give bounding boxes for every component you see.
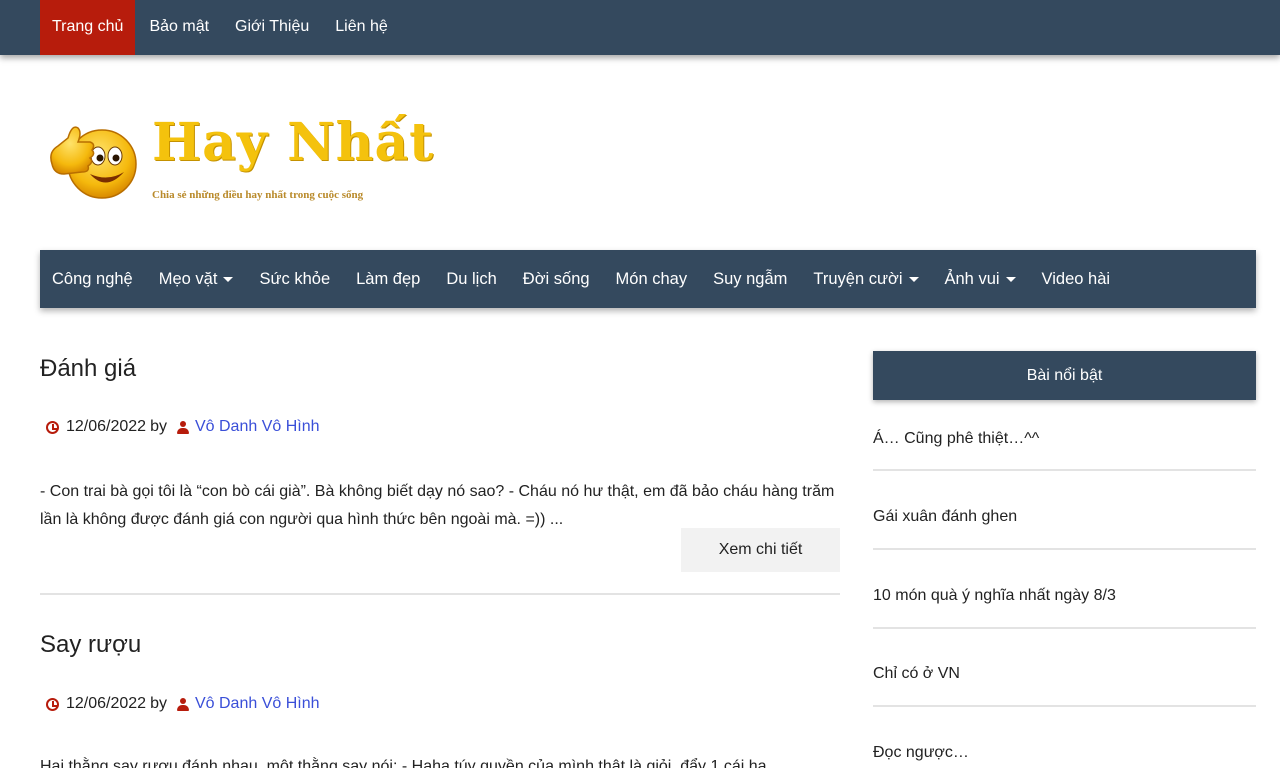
site-logo[interactable]: Hay Nhất Chia sẻ những điều hay nhất tro… [46,108,446,218]
menu-item-label: Công nghệ [52,269,133,288]
sidebar-divider [873,705,1256,707]
sidebar-item[interactable]: Chỉ có ở VN [873,665,1256,683]
read-more-button[interactable]: Xem chi tiết [681,528,840,572]
menu-item-travel[interactable]: Du lịch [434,250,508,308]
top-nav-security[interactable]: Bảo mật [137,0,221,55]
sidebar-item[interactable]: Đọc ngược… [873,744,1256,762]
post-title[interactable]: Say rượu [40,631,141,659]
top-nav-about[interactable]: Giới Thiệu [223,0,321,55]
menu-item-technology[interactable]: Công nghệ [40,250,145,308]
main-menu: Công nghệ Mẹo vặt Sức khỏe Làm đẹp Du lị… [40,250,1256,308]
menu-item-reflection[interactable]: Suy ngẫm [701,250,799,308]
post-author-link[interactable]: Vô Danh Vô Hình [195,418,320,436]
caret-down-icon [1005,277,1016,282]
menu-item-label: Đời sống [522,269,590,288]
menu-item-label: Món chay [615,269,688,288]
menu-item-label: Suy ngẫm [713,269,788,288]
post-author-link[interactable]: Vô Danh Vô Hình [195,695,320,713]
top-nav-contact[interactable]: Liên hệ [323,0,400,55]
user-icon [176,420,189,434]
menu-item-label: Mẹo vặt [158,269,218,288]
menu-item-label: Sức khỏe [259,269,331,288]
smiley-thumbs-up-icon [50,126,137,199]
logo-title: Hay Nhất [152,112,435,173]
caret-down-icon [223,277,234,282]
post-excerpt: - Con trai bà gọi tôi là “con bò cái già… [40,483,835,528]
post-date: 12/06/2022 [66,418,147,435]
clock-icon [46,697,59,711]
menu-item-label: Làm đẹp [356,269,421,288]
top-navbar: Trang chủ Bảo mật Giới Thiệu Liên hệ [0,0,1280,55]
menu-item-funny-photos[interactable]: Ảnh vui [933,250,1028,308]
sidebar-divider [873,548,1256,550]
sidebar-item[interactable]: Gái xuân đánh ghen [873,508,1256,526]
menu-item-jokes[interactable]: Truyện cười [801,250,930,308]
post-date: 12/06/2022 [66,695,147,712]
menu-item-beauty[interactable]: Làm đẹp [344,250,432,308]
menu-item-label: Video hài [1041,269,1111,288]
post-by: by [150,418,167,435]
post-by: by [150,695,167,712]
post-title[interactable]: Đánh giá [40,355,136,383]
user-icon [176,697,189,711]
clock-icon [46,420,59,434]
menu-item-funny-videos[interactable]: Video hài [1030,250,1123,308]
sidebar-divider [873,469,1256,471]
menu-item-health[interactable]: Sức khỏe [247,250,342,308]
sidebar-heading: Bài nổi bật [873,351,1256,400]
sidebar-divider [873,627,1256,629]
menu-item-vegetarian[interactable]: Món chay [604,250,700,308]
post-excerpt: Hai thằng say rượu đánh nhau, một thằng … [40,758,767,768]
top-nav: Trang chủ Bảo mật Giới Thiệu Liên hệ [40,0,402,55]
post-meta: 12/06/2022 by Vô Danh Vô Hình [46,695,320,713]
caret-down-icon [908,277,919,282]
post-article: Say rượu 12/06/2022 by Vô Danh Vô Hình H… [40,631,840,768]
top-nav-home[interactable]: Trang chủ [40,0,136,55]
sidebar-item[interactable]: Á… Cũng phê thiệt…^^ [873,430,1256,448]
menu-item-life[interactable]: Đời sống [511,250,602,308]
menu-item-tips[interactable]: Mẹo vặt [147,250,246,308]
sidebar-item[interactable]: 10 món quà ý nghĩa nhất ngày 8/3 [873,587,1256,605]
post-article: Đánh giá 12/06/2022 by Vô Danh Vô Hình -… [40,355,840,575]
post-meta: 12/06/2022 by Vô Danh Vô Hình [46,418,320,436]
menu-item-label: Ảnh vui [944,269,1000,288]
menu-item-label: Du lịch [446,269,497,288]
logo-tagline: Chia sẻ những điều hay nhất trong cuộc s… [152,189,364,201]
menu-item-label: Truyện cười [813,269,903,288]
post-divider [40,593,840,595]
